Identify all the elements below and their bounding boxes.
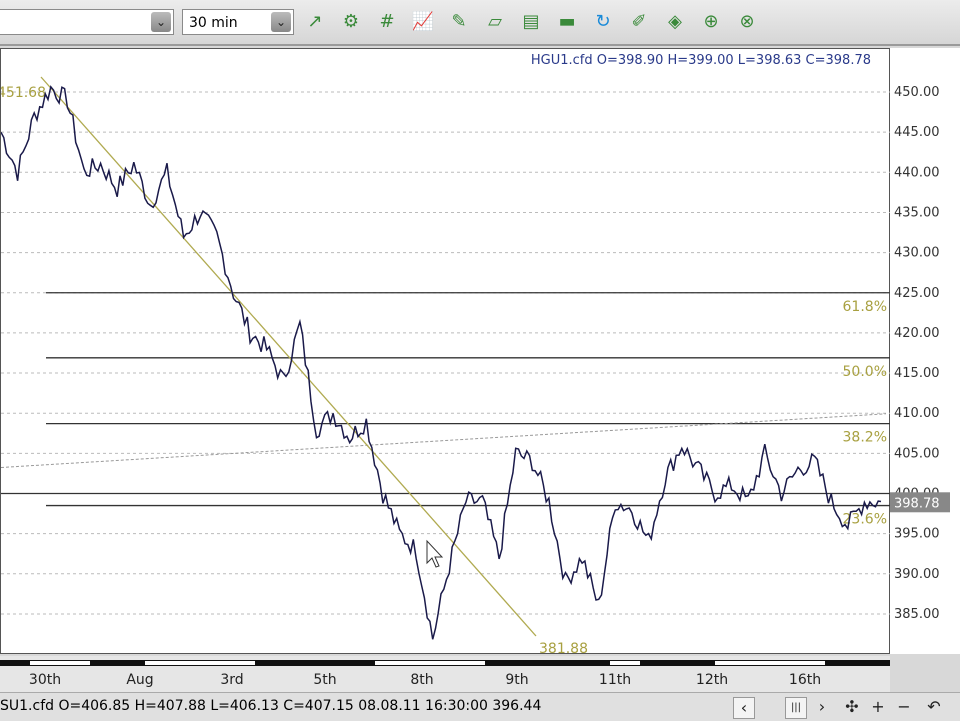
zoom-out-button[interactable]: − bbox=[894, 697, 914, 717]
refresh-icon[interactable]: ↻ bbox=[591, 10, 615, 34]
indicator-settings-icon[interactable]: ⊗ bbox=[735, 10, 759, 34]
scroll-left-button[interactable]: ‹ bbox=[733, 697, 755, 719]
status-bar: SU1.cfd O=406.85 H=407.88 L=406.13 C=407… bbox=[0, 692, 960, 721]
reset-icon[interactable]: ↶ bbox=[924, 697, 944, 717]
last-price-label: 398.78 bbox=[894, 496, 940, 511]
y-tick-label: 385.00 bbox=[894, 607, 940, 622]
trend-end-label: 381.88 bbox=[539, 641, 588, 655]
y-tick-label: 410.00 bbox=[894, 406, 940, 421]
mouse-cursor-icon bbox=[426, 539, 444, 568]
status-text: SU1.cfd O=406.85 H=407.88 L=406.13 C=407… bbox=[0, 698, 542, 714]
fib-label: 50.0% bbox=[843, 364, 887, 380]
x-tick-label: 3rd bbox=[220, 672, 243, 688]
y-tick-label: 430.00 bbox=[894, 246, 940, 261]
fib-label: 38.2% bbox=[843, 430, 887, 446]
time-band-segment bbox=[375, 661, 485, 665]
study-settings-icon[interactable]: ⚙ bbox=[339, 10, 363, 34]
time-axis[interactable]: 30th Aug 3rd 5th 8th 9th 11th 12th 16th bbox=[0, 656, 960, 692]
y-tick-label: 435.00 bbox=[894, 205, 940, 220]
y-tick-label: 415.00 bbox=[894, 366, 940, 381]
add-study-icon[interactable]: ↗ bbox=[303, 10, 327, 34]
chart-type-icon[interactable]: 📈 bbox=[411, 10, 435, 34]
moving-average-line bbox=[1, 413, 887, 468]
x-tick-label: 5th bbox=[313, 672, 336, 688]
x-tick-label: 30th bbox=[29, 672, 61, 688]
trend-line bbox=[40, 76, 537, 637]
y-tick-label: 390.00 bbox=[894, 567, 940, 582]
toolbar: ⌄ 30 min ⌄ ↗ ⚙ # 📈 ✎ ▱ ▤ ▬ ↻ ✐ ◈ ⊕ ⊗ bbox=[0, 0, 960, 46]
y-tick-label: 450.00 bbox=[894, 85, 940, 100]
time-band-segment bbox=[715, 661, 825, 665]
y-tick-label: 405.00 bbox=[894, 446, 940, 461]
x-tick-label: 16th bbox=[789, 672, 821, 688]
zoom-in-button[interactable]: + bbox=[868, 697, 888, 717]
price-axis[interactable]: 450.00 445.00 440.00 435.00 430.00 425.00 420.… bbox=[890, 48, 960, 654]
price-chart[interactable]: 61.8% 50.0% 38.2% 23.6% 451.68 381.88 HGU1.cf… bbox=[0, 48, 891, 655]
add-indicator-icon[interactable]: ⊕ bbox=[699, 10, 723, 34]
fib-label: 61.8% bbox=[843, 299, 887, 315]
y-tick-label: 425.00 bbox=[894, 286, 940, 301]
palette-icon[interactable]: ◈ bbox=[663, 10, 687, 34]
page-icon[interactable]: ▤ bbox=[519, 10, 543, 34]
y-tick-label: 445.00 bbox=[894, 125, 940, 140]
draw-line-icon[interactable]: ✎ bbox=[447, 10, 471, 34]
time-band-segment bbox=[610, 661, 640, 665]
y-tick-label: 395.00 bbox=[894, 527, 940, 542]
time-band-segment bbox=[30, 661, 90, 665]
chevron-down-icon[interactable]: ⌄ bbox=[151, 12, 171, 32]
edit-icon[interactable]: ✐ bbox=[627, 10, 651, 34]
x-tick-label: 9th bbox=[505, 672, 528, 688]
move-icon[interactable]: ✣ bbox=[842, 697, 862, 717]
trend-start-label: 451.68 bbox=[1, 85, 46, 101]
x-tick-label: 11th bbox=[599, 672, 631, 688]
symbol-select[interactable]: ⌄ bbox=[0, 9, 174, 35]
scrollbar-thumb[interactable]: ||| bbox=[785, 697, 807, 719]
y-tick-label: 440.00 bbox=[894, 165, 940, 180]
chevron-down-icon[interactable]: ⌄ bbox=[271, 12, 291, 32]
print-icon[interactable]: ▬ bbox=[555, 10, 579, 34]
scroll-right-button[interactable]: › bbox=[812, 697, 832, 717]
time-band-segment bbox=[145, 661, 255, 665]
x-tick-label: 12th bbox=[696, 672, 728, 688]
timeframe-select[interactable]: 30 min ⌄ bbox=[182, 9, 294, 35]
grid-icon[interactable]: # bbox=[375, 10, 399, 34]
y-tick-label: 420.00 bbox=[894, 326, 940, 341]
x-tick-label: Aug bbox=[126, 672, 153, 688]
ohlc-header: HGU1.cfd O=398.90 H=399.00 L=398.63 C=39… bbox=[530, 53, 871, 68]
drawing-tools-icon[interactable]: ▱ bbox=[483, 10, 507, 34]
x-tick-label: 8th bbox=[410, 672, 433, 688]
